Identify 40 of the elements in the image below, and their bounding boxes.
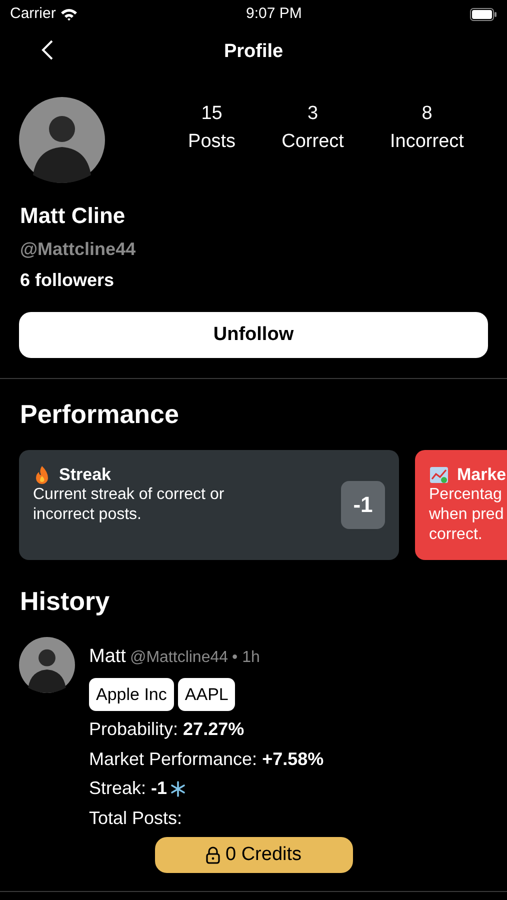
battery-icon [470, 8, 497, 20]
section-title: Performance [19, 398, 180, 431]
stat-label: Posts [188, 130, 236, 154]
unlock-button[interactable]: 0 Credits [154, 837, 352, 873]
fire-icon [33, 464, 51, 485]
page-title: Profile [224, 40, 284, 64]
ticker-tag: Apple Inc [89, 678, 174, 711]
stat-value: 3 [308, 102, 318, 126]
card-title: Marke [457, 464, 506, 486]
stat-label: Correct [282, 130, 344, 154]
post-time: • 1h [232, 648, 260, 668]
avatar [19, 637, 75, 693]
ticker-tag: AAPL [178, 678, 236, 711]
card-title: Streak [59, 464, 111, 486]
status-time: 9:07 PM [246, 4, 302, 24]
back-button[interactable] [40, 38, 54, 62]
post-handle: @Mattcline44 [130, 648, 228, 668]
carrier-name: Carrier [10, 4, 56, 24]
streak-value: -1 [341, 481, 385, 529]
section-title: History [19, 585, 111, 618]
post-author: Matt [89, 645, 126, 669]
card-description: when pred [429, 505, 505, 526]
profile-name: Matt Cline [20, 202, 126, 230]
stat-label: Incorrect [390, 130, 464, 154]
post-stat: Total Posts: [89, 806, 184, 830]
snowflake-icon [170, 780, 186, 797]
stat-value: 15 [201, 102, 222, 126]
card-description: correct. [429, 525, 484, 546]
wifi-icon [60, 8, 78, 20]
followers-count: 6 followers [20, 269, 116, 292]
post-stat: Market Performance: +7.58% [89, 748, 325, 770]
unfollow-button[interactable]: Unfollow [19, 312, 488, 358]
card-description: Current streak of correct or incorrect posts. [33, 485, 226, 526]
lock-icon [205, 846, 222, 864]
post-stat: Streak: -1 [89, 777, 168, 800]
post-stat: Probability: 27.27% [89, 718, 246, 741]
stat-value: 8 [422, 102, 432, 126]
chart-icon [429, 466, 449, 484]
card-description: Percentag [429, 485, 503, 506]
profile-handle: @Mattcline44 [20, 238, 137, 261]
